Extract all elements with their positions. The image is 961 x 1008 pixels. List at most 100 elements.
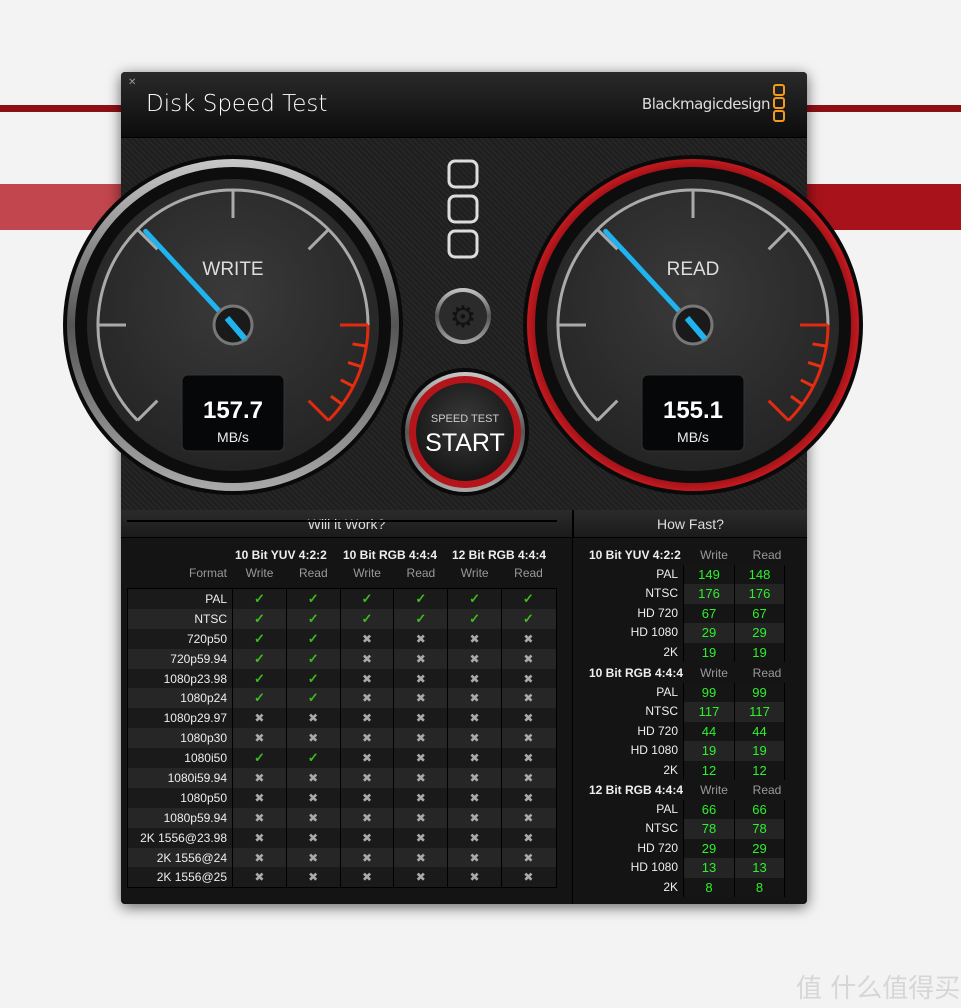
group-header: 10 Bit YUV 4:2:2 bbox=[235, 548, 327, 562]
resolution-label: HD 720 bbox=[637, 605, 678, 620]
table-row: 1080p29.97 ✖ ✖ ✖ ✖ ✖ ✖ bbox=[128, 708, 556, 729]
cross-icon: ✖ bbox=[232, 728, 286, 749]
format-name: 720p50 bbox=[186, 631, 227, 646]
resolution-label: NTSC bbox=[645, 586, 678, 601]
start-button-label: START bbox=[425, 429, 505, 457]
write-fps: 149 bbox=[683, 565, 734, 585]
compatibility-grid: PAL ✓ ✓ ✓ ✓ ✓ ✓ NTSC ✓ ✓ ✓ ✓ ✓ ✓ 720p50 ✓ ✓ ✖ ✖ ✖ ✖ 720p59.94… bbox=[127, 588, 557, 889]
format-name: 1080p50 bbox=[180, 790, 227, 805]
cross-icon: ✖ bbox=[500, 708, 555, 729]
check-icon: ✓ bbox=[447, 589, 501, 609]
cross-icon: ✖ bbox=[500, 807, 555, 828]
bg-band-left bbox=[0, 184, 130, 230]
write-fps: 19 bbox=[683, 741, 734, 761]
cross-icon: ✖ bbox=[447, 668, 501, 689]
speed-group-table: PAL 99 99 NTSC 117 117 HD 720 44 44 HD 1080 19 19 2K… bbox=[573, 683, 785, 780]
format-name: NTSC bbox=[194, 611, 227, 626]
read-fps: 12 bbox=[734, 760, 785, 780]
resolution-label: HD 720 bbox=[637, 723, 678, 738]
check-icon: ✓ bbox=[500, 608, 555, 629]
format-name: 2K 1556@23.98 bbox=[140, 830, 227, 845]
table-row: 1080p24 ✓ ✓ ✖ ✖ ✖ ✖ bbox=[128, 688, 556, 709]
read-fps: 117 bbox=[734, 702, 785, 722]
cross-icon: ✖ bbox=[393, 728, 447, 749]
write-fps: 29 bbox=[683, 623, 734, 643]
cross-icon: ✖ bbox=[285, 867, 340, 888]
write-fps: 13 bbox=[683, 858, 734, 878]
check-icon: ✓ bbox=[285, 628, 340, 649]
cross-icon: ✖ bbox=[500, 827, 555, 848]
resolution-label: PAL bbox=[656, 567, 678, 581]
write-fps: 67 bbox=[683, 603, 734, 624]
read-fps: 148 bbox=[734, 565, 785, 585]
cross-icon: ✖ bbox=[339, 648, 394, 669]
table-row: NTSC ✓ ✓ ✓ ✓ ✓ ✓ bbox=[128, 608, 556, 629]
table-row: 1080i59.94 ✖ ✖ ✖ ✖ ✖ ✖ bbox=[128, 768, 556, 788]
table-row: 1080p30 ✖ ✖ ✖ ✖ ✖ ✖ bbox=[128, 728, 556, 749]
write-fps: 8 bbox=[683, 877, 734, 897]
read-fps: 44 bbox=[734, 721, 785, 742]
cross-icon: ✖ bbox=[285, 768, 340, 788]
resolution-label: HD 1080 bbox=[630, 860, 678, 875]
write-fps: 99 bbox=[683, 683, 734, 703]
write-fps: 78 bbox=[683, 819, 734, 839]
cross-icon: ✖ bbox=[393, 688, 447, 709]
check-icon: ✓ bbox=[285, 748, 340, 769]
table-row: 1080p50 ✖ ✖ ✖ ✖ ✖ ✖ bbox=[128, 787, 556, 808]
speed-row: NTSC 117 117 bbox=[573, 702, 785, 722]
cross-icon: ✖ bbox=[447, 728, 501, 749]
read-fps: 67 bbox=[734, 603, 785, 624]
cross-icon: ✖ bbox=[500, 867, 555, 888]
read-fps: 29 bbox=[734, 838, 785, 859]
cross-icon: ✖ bbox=[447, 708, 501, 729]
resolution-label: NTSC bbox=[645, 704, 678, 719]
title-bar: ✕ Disk Speed Test Blackmagicdesign bbox=[121, 72, 807, 138]
cross-icon: ✖ bbox=[393, 748, 447, 769]
cross-icon: ✖ bbox=[447, 648, 501, 669]
table-row: 2K 1556@24 ✖ ✖ ✖ ✖ ✖ ✖ bbox=[128, 847, 556, 868]
cross-icon: ✖ bbox=[393, 867, 447, 888]
cross-icon: ✖ bbox=[500, 668, 555, 689]
format-name: 2K 1556@25 bbox=[156, 870, 227, 885]
speed-row: 2K 19 19 bbox=[573, 642, 785, 662]
speed-group-header: 10 Bit YUV 4:2:2 bbox=[589, 548, 681, 562]
check-icon: ✓ bbox=[500, 589, 555, 609]
cross-icon: ✖ bbox=[500, 628, 555, 649]
resolution-label: NTSC bbox=[645, 821, 678, 836]
cross-icon: ✖ bbox=[500, 787, 555, 808]
check-icon: ✓ bbox=[447, 608, 501, 629]
subcol-header: Write bbox=[245, 566, 274, 580]
cross-icon: ✖ bbox=[447, 768, 501, 788]
cross-icon: ✖ bbox=[500, 748, 555, 769]
cross-icon: ✖ bbox=[339, 628, 394, 649]
format-name: 1080p23.98 bbox=[163, 671, 227, 686]
results-area: Will it Work? How Fast? 10 Bit YUV 4:2:2… bbox=[121, 510, 807, 904]
write-header: Write bbox=[700, 548, 728, 562]
cross-icon: ✖ bbox=[393, 787, 447, 808]
brand-logo-icon bbox=[773, 84, 785, 123]
write-fps: 44 bbox=[683, 721, 734, 742]
cross-icon: ✖ bbox=[339, 748, 394, 769]
will-it-work-title: Will it Work? bbox=[121, 510, 572, 538]
settings-button[interactable]: ⚙ bbox=[435, 288, 491, 344]
cross-icon: ✖ bbox=[393, 628, 447, 649]
read-fps: 8 bbox=[734, 877, 785, 897]
speed-row: NTSC 176 176 bbox=[573, 584, 785, 604]
check-icon: ✓ bbox=[285, 608, 340, 629]
check-icon: ✓ bbox=[232, 589, 286, 609]
resolution-label: 2K bbox=[663, 644, 678, 659]
speed-row: HD 1080 19 19 bbox=[573, 741, 785, 761]
cross-icon: ✖ bbox=[447, 628, 501, 649]
close-icon[interactable]: ✕ bbox=[128, 78, 138, 88]
cross-icon: ✖ bbox=[393, 827, 447, 848]
read-fps: 13 bbox=[734, 858, 785, 878]
start-button[interactable]: SPEED TEST START bbox=[401, 368, 529, 496]
cross-icon: ✖ bbox=[339, 688, 394, 709]
write-fps: 19 bbox=[683, 642, 734, 662]
cross-icon: ✖ bbox=[232, 807, 286, 828]
format-name: 1080i50 bbox=[184, 751, 227, 766]
cross-icon: ✖ bbox=[339, 728, 394, 749]
speed-row: HD 720 67 67 bbox=[573, 603, 785, 624]
speed-row: PAL 149 148 bbox=[573, 565, 785, 585]
format-name: 1080p29.97 bbox=[163, 711, 227, 726]
